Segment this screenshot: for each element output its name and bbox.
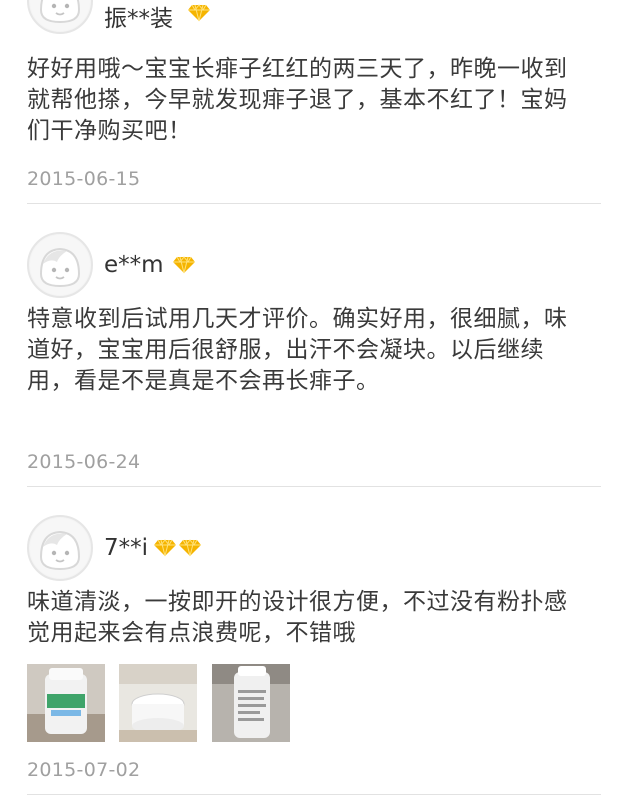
product-photo-icon xyxy=(119,664,197,742)
username: e**m xyxy=(104,252,164,278)
review-date: 2015-07-02 xyxy=(27,759,141,781)
review-text: 味道清淡，一按即开的设计很方便，不过没有粉扑感觉用起来会有点浪费呢，不错哦 xyxy=(27,589,568,646)
member-badges xyxy=(172,256,196,274)
diamond-icon xyxy=(178,539,202,557)
divider xyxy=(27,794,601,795)
review-text: 好好用哦～宝宝长痱子红红的两三天了，昨晚一收到就帮他搽，今早就发现痱子退了，基本… xyxy=(27,56,568,144)
default-avatar-icon xyxy=(30,0,90,31)
review-date: 2015-06-15 xyxy=(27,168,141,190)
review-photo[interactable] xyxy=(212,664,290,742)
diamond-icon xyxy=(172,256,196,274)
review-date: 2015-06-24 xyxy=(27,451,141,473)
review-text: 特意收到后试用几天才评价。确实好用，很细腻，味道好，宝宝用后很舒服，出汗不会凝块… xyxy=(27,306,568,394)
review-photo[interactable] xyxy=(27,664,105,742)
diamond-icon xyxy=(153,539,177,557)
avatar[interactable] xyxy=(27,515,93,581)
member-badges xyxy=(187,4,211,22)
username: 7**i xyxy=(104,535,149,561)
diamond-icon xyxy=(187,4,211,22)
username: 振**装 xyxy=(104,6,173,32)
divider xyxy=(27,486,601,487)
divider xyxy=(27,203,601,204)
avatar[interactable] xyxy=(27,232,93,298)
default-avatar-icon xyxy=(30,235,90,295)
member-badges xyxy=(153,539,202,557)
review-photo[interactable] xyxy=(119,664,197,742)
product-photo-icon xyxy=(27,664,105,742)
product-photo-icon xyxy=(212,664,290,742)
avatar[interactable] xyxy=(27,0,93,34)
default-avatar-icon xyxy=(30,518,90,578)
